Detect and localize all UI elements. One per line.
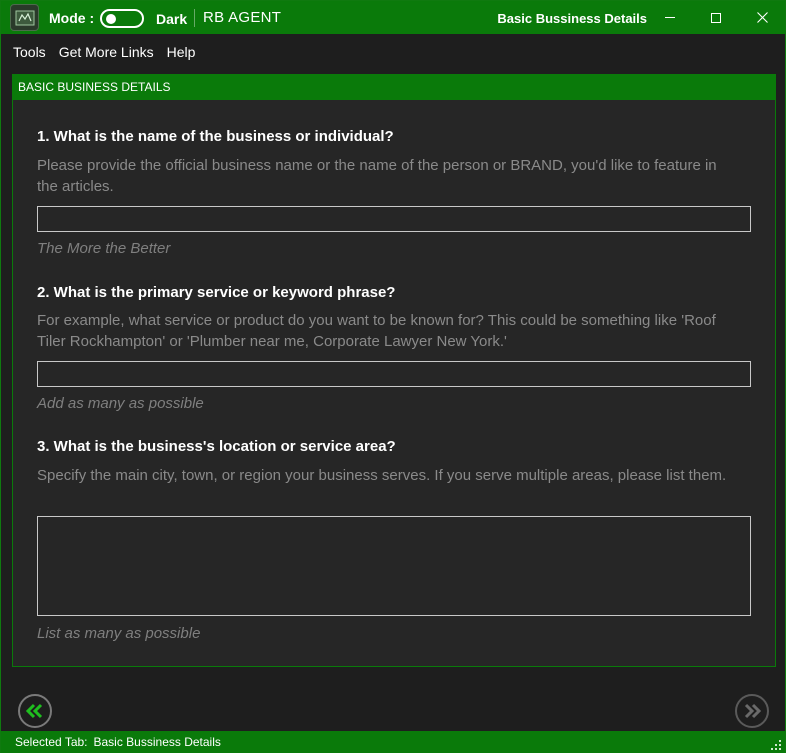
business-name-input[interactable] <box>37 206 751 232</box>
minimize-icon <box>665 17 675 18</box>
next-button[interactable] <box>735 694 769 728</box>
app-name: RB AGENT <box>203 9 282 26</box>
menu-item-get-more-links[interactable]: Get More Links <box>59 44 154 60</box>
mode-label: Mode : <box>49 10 95 26</box>
menu-bar: Tools Get More Links Help <box>1 34 785 70</box>
window-title: Basic Bussiness Details <box>497 11 647 26</box>
minimize-button[interactable] <box>647 1 693 34</box>
status-value: Basic Bussiness Details <box>93 735 221 749</box>
previous-button[interactable] <box>18 694 52 728</box>
maximize-icon <box>711 12 721 23</box>
question-2-hint: Add as many as possible <box>37 395 204 412</box>
status-bar: Selected Tab: Basic Bussiness Details <box>1 731 785 753</box>
service-area-textarea[interactable] <box>37 516 751 616</box>
question-1-hint: The More the Better <box>37 240 171 257</box>
resize-grip-icon[interactable] <box>771 740 781 750</box>
toggle-knob <box>106 14 116 24</box>
menu-item-help[interactable]: Help <box>167 44 196 60</box>
menu-item-tools[interactable]: Tools <box>13 44 46 60</box>
app-logo-icon <box>10 4 39 31</box>
theme-label: Dark <box>156 11 188 27</box>
title-bar[interactable]: Mode : Dark RB AGENT Basic Bussiness Det… <box>1 1 785 34</box>
double-chevron-left-icon <box>25 703 43 719</box>
basic-details-panel: BASIC BUSINESS DETAILS 1. What is the na… <box>12 74 776 667</box>
title-separator <box>194 9 195 27</box>
app-window: Mode : Dark RB AGENT Basic Bussiness Det… <box>0 0 786 753</box>
close-button[interactable] <box>739 1 785 34</box>
question-2-description: For example, what service or product do … <box>37 312 716 350</box>
theme-toggle[interactable] <box>100 9 144 28</box>
question-3-title: 3. What is the business's location or se… <box>37 438 396 455</box>
primary-service-input[interactable] <box>37 361 751 387</box>
double-chevron-right-icon <box>744 703 762 719</box>
question-3-hint: List as many as possible <box>37 625 201 642</box>
close-icon <box>756 12 768 23</box>
question-2-title: 2. What is the primary service or keywor… <box>37 284 396 301</box>
question-3-description: Specify the main city, town, or region y… <box>37 467 727 484</box>
status-label: Selected Tab: <box>15 735 88 749</box>
question-1-description: Please provide the official business nam… <box>37 157 717 195</box>
maximize-button[interactable] <box>693 1 739 34</box>
question-1-title: 1. What is the name of the business or i… <box>37 128 394 145</box>
panel-header: BASIC BUSINESS DETAILS <box>13 75 775 100</box>
